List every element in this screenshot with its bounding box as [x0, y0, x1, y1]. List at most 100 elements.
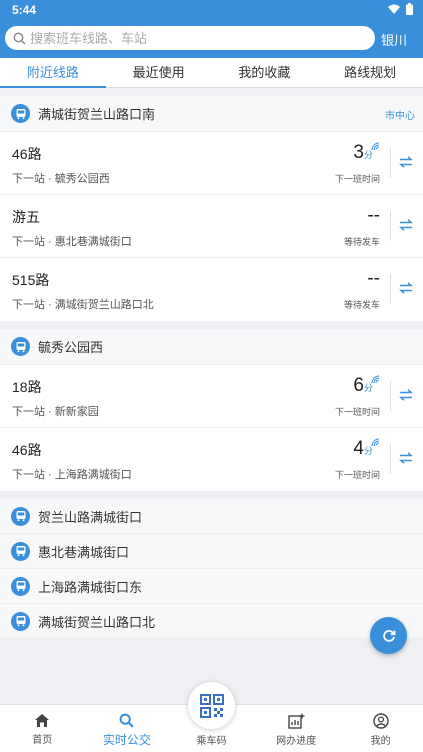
search-box[interactable] [5, 26, 375, 50]
route-eta: -- [367, 268, 380, 290]
nav-mine[interactable]: 我的 [338, 705, 423, 752]
swap-direction-icon[interactable] [399, 388, 413, 402]
header-bar: 银川 [0, 20, 423, 58]
eta-value: 3 [353, 142, 364, 163]
station-header[interactable]: 毓秀公园西 [0, 329, 423, 365]
status-icons [388, 3, 413, 15]
qr-code-icon [199, 693, 224, 718]
refresh-icon [382, 629, 395, 642]
route-name: 46路 [12, 146, 42, 162]
station-group: 毓秀公园西 18路 下一站 · 新新家园 6分 下一班时间 46路 下一站 · … [0, 329, 423, 491]
bus-stop-icon [11, 611, 30, 631]
station-area-tag: 市中心 [385, 111, 415, 122]
route-name: 18路 [12, 379, 42, 395]
eta-value: 6 [353, 375, 364, 396]
route-row[interactable]: 46路 下一站 · 毓秀公园西 3分 下一班时间 [0, 132, 423, 195]
user-icon [372, 713, 389, 729]
home-icon [35, 714, 50, 727]
station-header[interactable]: 上海路满城街口东 [0, 569, 423, 604]
station-header[interactable]: 满城街贺兰山路口南 市中心 [0, 96, 423, 132]
station-header[interactable]: 贺兰山路满城街口 [0, 499, 423, 534]
row-divider [390, 444, 391, 474]
eta-label: 等待发车 [343, 300, 380, 310]
eta-label: 下一班时间 [334, 407, 380, 417]
route-name: 46路 [12, 442, 42, 458]
city-selector[interactable]: 银川 [381, 30, 407, 49]
route-next-stop: 下一站 · 新新家园 [12, 406, 99, 418]
more-stations-group: 贺兰山路满城街口 惠北巷满城街口 上海路满城街口东 满城街贺兰山路口北 [0, 499, 423, 639]
station-name: 毓秀公园西 [38, 340, 104, 355]
nav-home-label: 首页 [32, 735, 53, 746]
route-eta: 4分 [353, 438, 380, 460]
eta-value: 4 [353, 438, 364, 459]
route-row[interactable]: 18路 下一站 · 新新家园 6分 下一班时间 [0, 365, 423, 428]
station-group: 满城街贺兰山路口南 市中心 46路 下一站 · 毓秀公园西 3分 下一班时间 游… [0, 96, 423, 321]
eta-unit: 分 [363, 150, 373, 160]
eta-value: -- [367, 268, 380, 289]
search-icon [119, 713, 134, 728]
route-next-stop: 下一站 · 满城街贺兰山路口北 [12, 299, 154, 311]
search-icon [13, 32, 26, 45]
eta-label: 下一班时间 [334, 470, 380, 480]
route-next-stop: 下一站 · 惠北巷满城街口 [12, 236, 132, 248]
status-bar: 5:44 [0, 0, 423, 20]
eta-label: 下一班时间 [334, 174, 380, 184]
ride-code-qr-button[interactable] [188, 682, 235, 729]
route-row[interactable]: 游五 下一站 · 惠北巷满城街口 -- 等待发车 [0, 195, 423, 258]
nav-progress-label: 网办进度 [276, 736, 317, 747]
route-name: 游五 [12, 209, 40, 225]
progress-chart-icon [287, 713, 305, 729]
nav-mine-label: 我的 [370, 736, 391, 747]
bus-stop-icon [11, 337, 30, 356]
eta-label: 等待发车 [343, 237, 380, 247]
swap-direction-icon[interactable] [399, 451, 413, 465]
bus-stop-icon [11, 104, 30, 123]
nav-realtime-bus[interactable]: 实时公交 [85, 705, 170, 752]
route-eta: 6分 [353, 375, 380, 397]
row-divider [390, 148, 391, 178]
row-divider [390, 274, 391, 304]
nav-ride-code-label: 乘车码 [196, 736, 227, 747]
station-name: 贺兰山路满城街口 [38, 509, 143, 525]
station-header[interactable]: 惠北巷满城街口 [0, 534, 423, 569]
route-eta: 3分 [353, 142, 380, 164]
swap-direction-icon[interactable] [399, 155, 413, 169]
nav-realtime-label: 实时公交 [102, 733, 151, 747]
tab-recent[interactable]: 最近使用 [106, 58, 212, 87]
station-name: 惠北巷满城街口 [38, 544, 130, 560]
row-divider [390, 211, 391, 241]
station-name: 满城街贺兰山路口北 [38, 614, 156, 630]
tab-nearby-routes[interactable]: 附近线路 [0, 58, 106, 88]
eta-value: -- [367, 205, 380, 226]
station-name: 上海路满城街口东 [38, 579, 143, 595]
route-row[interactable]: 515路 下一站 · 满城街贺兰山路口北 -- 等待发车 [0, 258, 423, 321]
realtime-signal-icon [371, 375, 380, 384]
wifi-icon [388, 4, 400, 14]
bus-stop-icon [11, 541, 30, 561]
swap-direction-icon[interactable] [399, 218, 413, 232]
nav-progress[interactable]: 网办进度 [254, 705, 339, 752]
route-row[interactable]: 46路 下一站 · 上海路满城街口 4分 下一班时间 [0, 428, 423, 491]
tab-favorites[interactable]: 我的收藏 [212, 58, 318, 87]
realtime-signal-icon [371, 142, 380, 151]
tab-route-planning[interactable]: 路线规划 [317, 58, 423, 87]
realtime-signal-icon [371, 438, 380, 447]
nav-home[interactable]: 首页 [0, 705, 85, 752]
tab-bar: 附近线路 最近使用 我的收藏 路线规划 [0, 58, 423, 88]
nearby-list: 满城街贺兰山路口南 市中心 46路 下一站 · 毓秀公园西 3分 下一班时间 游… [0, 96, 423, 647]
station-header[interactable]: 满城街贺兰山路口北 [0, 604, 423, 639]
row-divider [390, 381, 391, 411]
swap-direction-icon[interactable] [399, 281, 413, 295]
route-next-stop: 下一站 · 毓秀公园西 [12, 173, 110, 185]
refresh-button[interactable] [370, 617, 407, 654]
route-eta: -- [367, 205, 380, 227]
status-time: 5:44 [12, 3, 37, 17]
station-name: 满城街贺兰山路口南 [38, 107, 156, 122]
eta-unit: 分 [363, 383, 373, 393]
bus-stop-icon [11, 506, 30, 526]
battery-icon [406, 3, 413, 15]
route-name: 515路 [12, 272, 50, 288]
eta-unit: 分 [363, 446, 373, 456]
search-input[interactable] [30, 30, 350, 46]
route-next-stop: 下一站 · 上海路满城街口 [12, 469, 132, 481]
